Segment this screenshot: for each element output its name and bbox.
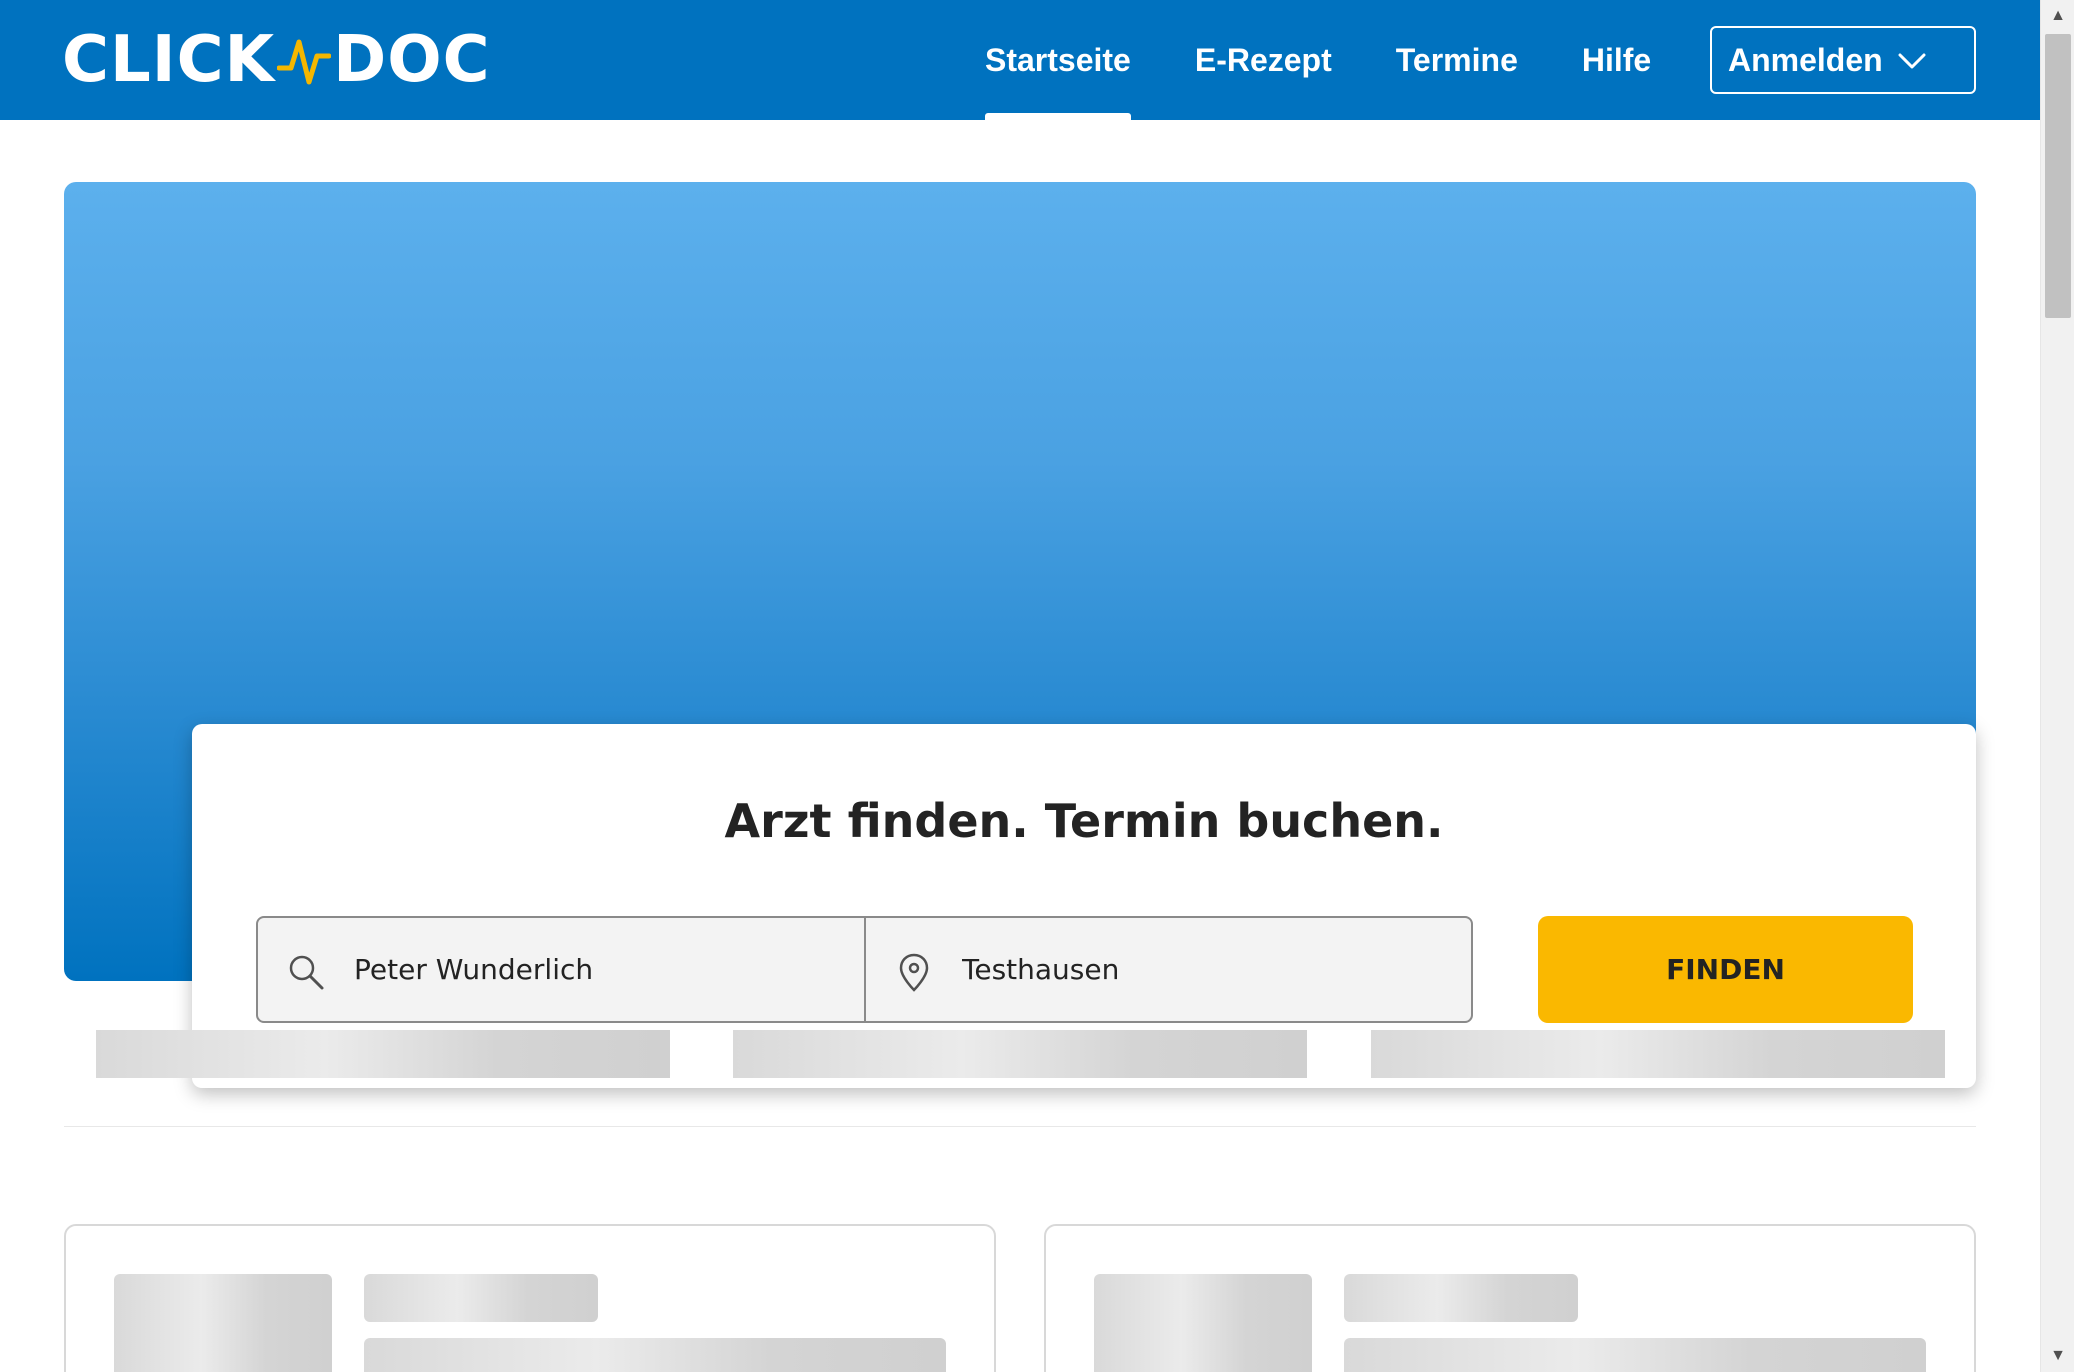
search-icon [289,955,324,990]
logo-pulse-icon [277,39,332,85]
loading-card [64,1224,996,1372]
main-nav: Startseite E-Rezept Termine Hilfe [985,0,1715,120]
hero-banner: Arzt finden. Termin buchen. Peter Wunder… [64,182,1976,1088]
loading-placeholder [1371,1030,1945,1078]
clickdoc-logo[interactable]: CLICK DOC [62,22,491,98]
loading-placeholder [364,1338,946,1372]
what-input[interactable] [354,953,834,986]
scroll-up-arrow-icon[interactable]: ▲ [2041,0,2074,32]
chevron-down-icon [1898,53,1926,69]
where-field [866,918,1471,1021]
login-label: Anmelden [1728,41,1883,78]
scroll-down-arrow-icon[interactable]: ▼ [2041,1340,2074,1372]
where-input[interactable] [962,953,1442,986]
nav-e-rezept[interactable]: E-Rezept [1195,0,1332,120]
logo-text-doc: DOC [333,23,491,97]
nav-termine[interactable]: Termine [1396,0,1518,120]
nav-startseite[interactable]: Startseite [985,0,1131,120]
page: CLICK DOC Startseite E-Rezept Termine Hi… [0,0,2040,1372]
top-navigation-bar: CLICK DOC Startseite E-Rezept Termine Hi… [0,0,2040,120]
loading-placeholder [1094,1274,1312,1372]
search-field-group [256,916,1473,1023]
loading-card [1044,1224,1976,1372]
login-dropdown-button[interactable]: Anmelden [1710,26,1976,94]
find-button[interactable]: FINDEN [1538,916,1913,1023]
nav-hilfe[interactable]: Hilfe [1582,0,1651,120]
loading-placeholder [114,1274,332,1372]
logo-text-click: CLICK [62,23,276,97]
loading-placeholder [364,1274,598,1322]
loading-placeholder [96,1030,670,1078]
vertical-scrollbar[interactable]: ▲ ▼ [2040,0,2074,1372]
section-divider [64,1126,1976,1127]
loading-placeholder [1344,1338,1926,1372]
location-pin-icon [899,953,929,992]
loading-placeholder [733,1030,1307,1078]
what-field [258,918,866,1021]
loading-placeholder [1344,1274,1578,1322]
scroll-thumb[interactable] [2045,34,2071,318]
search-headline: Arzt finden. Termin buchen. [724,794,1444,848]
